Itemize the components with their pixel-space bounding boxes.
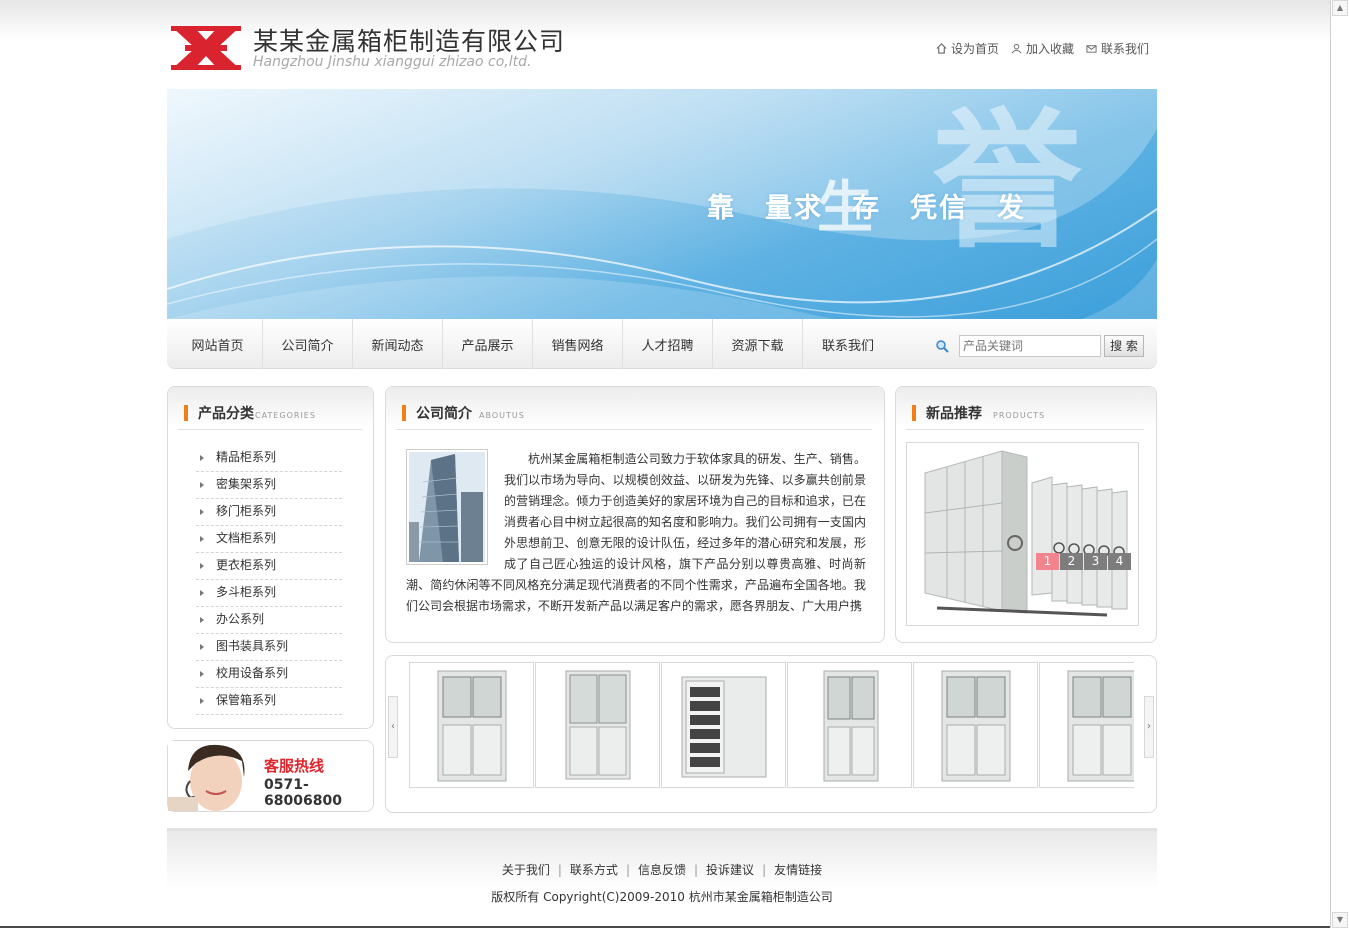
slider-prev-button[interactable]: ‹ (388, 696, 398, 758)
nav-downloads[interactable]: 资源下载 (713, 319, 803, 369)
orange-bar-icon (912, 405, 916, 421)
search-icon (936, 340, 949, 353)
nav-sales-network[interactable]: 销售网络 (533, 319, 623, 369)
home-icon (936, 43, 947, 54)
product-thumbnail[interactable] (787, 662, 912, 788)
product-thumbnail[interactable] (535, 662, 660, 788)
nav-contact[interactable]: 联系我们 (803, 319, 893, 369)
hotline-banner[interactable]: 客服热线 0571-68006800 (167, 740, 374, 812)
cabinet-image (941, 670, 1011, 782)
footer-separator: | (557, 863, 562, 877)
about-text: 杭州某金属箱柜制造公司致力于软体家具的研发、生产、销售。我们以市场为导向、以规模… (406, 449, 866, 617)
footer-links: 关于我们 | 联系方式 | 信息反馈 | 投诉建议 | 友情链接 (167, 861, 1157, 878)
slider-next-button[interactable]: › (1144, 696, 1154, 758)
product-thumbnail[interactable] (1039, 662, 1134, 788)
support-agent-image (168, 741, 258, 811)
banner-slogan: 靠 量求 存 凭信 发 (707, 193, 1026, 224)
new-products-panel: 新品推荐 PRODUCTS 1 2 3 4 (895, 386, 1157, 643)
add-favorite-link[interactable]: 加入收藏 (1011, 40, 1074, 57)
pager-page-1[interactable]: 1 (1036, 553, 1059, 570)
footer-separator: | (625, 863, 630, 877)
products-title: 新品推荐 (926, 406, 982, 422)
category-item[interactable]: 移门柜系列 (196, 499, 342, 526)
slider-track (409, 662, 1134, 788)
set-homepage-link[interactable]: 设为首页 (936, 40, 999, 57)
nav-about[interactable]: 公司简介 (263, 319, 353, 369)
mail-icon (1086, 45, 1097, 53)
set-homepage-label: 设为首页 (950, 42, 999, 56)
company-logo (171, 26, 241, 70)
search-button[interactable]: 搜 索 (1104, 335, 1144, 357)
products-title-en: PRODUCTS (993, 411, 1046, 420)
hotline-phone: 0571-68006800 (264, 777, 342, 809)
about-title: 公司简介 (416, 406, 472, 422)
contact-us-link[interactable]: 联系我们 (1086, 40, 1149, 57)
category-item[interactable]: 校用设备系列 (196, 661, 342, 688)
categories-title: 产品分类 (198, 406, 254, 422)
footer-link-about[interactable]: 关于我们 (502, 863, 550, 877)
products-header: 新品推荐 PRODUCTS (906, 401, 1144, 430)
contact-us-label: 联系我们 (1100, 42, 1149, 56)
categories-panel: 产品分类 CATEGORIES 精品柜系列 密集架系列 移门柜系列 文档柜系列 … (167, 386, 374, 729)
hotline-title: 客服热线 (264, 757, 325, 775)
about-title-en: ABOUTUS (479, 411, 525, 420)
mobile-shelving-image (907, 443, 1138, 625)
hero-banner: 誉 生 靠 量求 存 凭信 发 (167, 89, 1157, 319)
add-favorite-label: 加入收藏 (1025, 42, 1074, 56)
orange-bar-icon (402, 405, 406, 421)
categories-header: 产品分类 CATEGORIES (178, 401, 362, 430)
scroll-up-icon[interactable]: ▲ (1332, 0, 1348, 16)
product-slider: ‹ › (385, 655, 1157, 813)
cabinet-image (681, 676, 767, 778)
about-panel: 公司简介 ABOUTUS 杭州某金属箱柜制造公司致力于软体家具的研发、生产、销售… (385, 386, 885, 643)
cabinet-image (1067, 670, 1134, 782)
scrollbar-thumb[interactable] (1332, 17, 1348, 911)
bookmark-icon (1011, 43, 1022, 54)
product-thumbnail[interactable] (661, 662, 786, 788)
cabinet-image (823, 670, 879, 782)
category-item[interactable]: 密集架系列 (196, 472, 342, 499)
category-item[interactable]: 更衣柜系列 (196, 553, 342, 580)
cabinet-image (437, 670, 507, 782)
nav-jobs[interactable]: 人才招聘 (623, 319, 713, 369)
category-item[interactable]: 图书装具系列 (196, 634, 342, 661)
orange-bar-icon (184, 405, 188, 421)
nav-news[interactable]: 新闻动态 (353, 319, 443, 369)
about-header: 公司简介 ABOUTUS (396, 401, 872, 430)
category-item[interactable]: 文档柜系列 (196, 526, 342, 553)
banner-big-character: 誉 (932, 95, 1083, 269)
category-list: 精品柜系列 密集架系列 移门柜系列 文档柜系列 更衣柜系列 多斗柜系列 办公系列… (196, 445, 342, 715)
categories-title-en: CATEGORIES (255, 411, 316, 420)
top-links: 设为首页 加入收藏 联系我们 (936, 40, 1149, 57)
vertical-scrollbar[interactable]: ▲ ▼ (1330, 0, 1349, 928)
product-thumbnail[interactable] (409, 662, 534, 788)
footer-separator: | (694, 863, 699, 877)
product-pager: 1 2 3 4 (1036, 553, 1131, 570)
company-name-cn: 某某金属箱柜制造有限公司 (253, 27, 566, 56)
footer-link-complaints[interactable]: 投诉建议 (706, 863, 754, 877)
cabinet-image (565, 670, 631, 780)
company-name-en: Hangzhou Jinshu xianggui zhizao co,ltd. (253, 54, 532, 70)
scroll-down-icon[interactable]: ▼ (1332, 912, 1348, 928)
nav-products[interactable]: 产品展示 (443, 319, 533, 369)
search-input[interactable] (959, 335, 1101, 357)
site-footer: 关于我们 | 联系方式 | 信息反馈 | 投诉建议 | 友情链接 版权所有 Copyright(… (167, 828, 1157, 928)
category-item[interactable]: 保管箱系列 (196, 688, 342, 715)
nav-home[interactable]: 网站首页 (173, 319, 263, 369)
featured-product-image[interactable] (906, 442, 1139, 626)
footer-link-feedback[interactable]: 信息反馈 (638, 863, 686, 877)
category-item[interactable]: 多斗柜系列 (196, 580, 342, 607)
category-item[interactable]: 精品柜系列 (196, 445, 342, 472)
copyright-text: 版权所有 Copyright(C)2009-2010 杭州市某金属箱柜制造公司 (491, 890, 833, 904)
category-item[interactable]: 办公系列 (196, 607, 342, 634)
pager-page-4[interactable]: 4 (1108, 553, 1131, 570)
pager-page-3[interactable]: 3 (1084, 553, 1107, 570)
footer-link-friends[interactable]: 友情链接 (774, 863, 822, 877)
footer-link-contact[interactable]: 联系方式 (570, 863, 618, 877)
pager-page-2[interactable]: 2 (1060, 553, 1083, 570)
footer-separator: | (762, 863, 767, 877)
product-thumbnail[interactable] (913, 662, 1038, 788)
